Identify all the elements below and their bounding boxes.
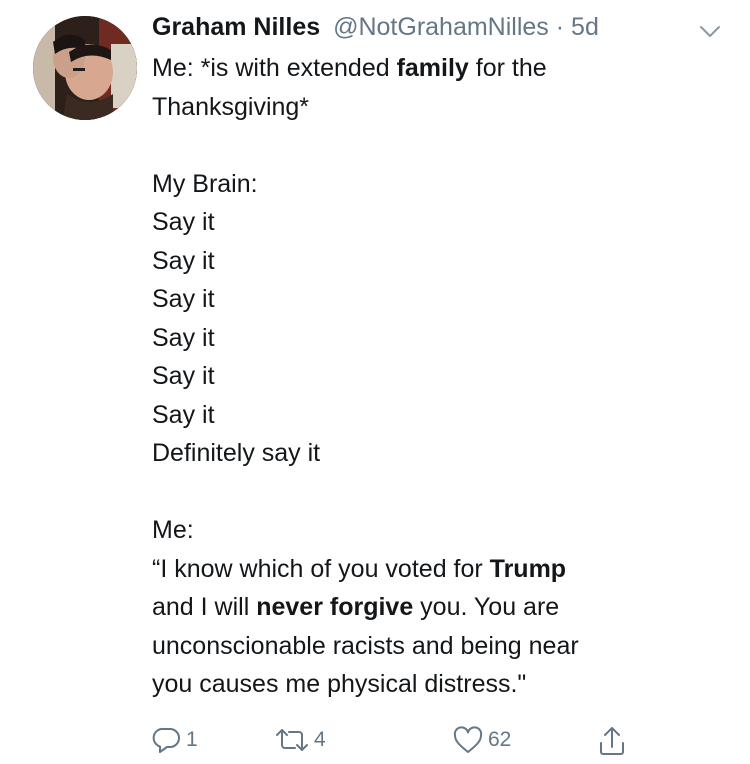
tweet-text-segment: My Brain: [152,169,258,198]
tweet-text-segment: you causes me physical distress." [152,670,527,698]
tweet-text-line: Say it [152,319,732,358]
tweet-text-line: unconscionable racists and being near [152,627,732,666]
tweet-text-line: Say it [152,396,732,435]
header-separator: · [555,13,565,41]
tweet-text-line: Say it [152,280,732,319]
tweet-text-segment: Thanksgiving* [152,92,310,121]
tweet-text-line: Say it [152,357,732,396]
tweet-text-line: Definitely say it [152,434,732,473]
reply-count: 1 [186,728,198,751]
tweet-header: Graham Nilles @NotGrahamNilles · 5d [152,10,599,44]
tweet-text-segment: Me: [152,516,194,544]
tweet-text-line [152,473,732,512]
emphasized-text: never forgive [256,593,414,621]
share-icon [600,727,624,755]
tweet-text-segment: Definitely say it [152,439,321,467]
emphasized-text: Trump [489,554,567,583]
tweet-text-segment: Say it [152,246,215,275]
tweet-text-line: Say it [152,203,732,242]
like-count: 62 [488,728,512,751]
tweet-text-line [152,126,732,165]
tweet-text-line: Say it [152,242,732,281]
tweet-text-line: you causes me physical distress." [152,665,732,704]
tweet-text-segment: Me: *is with extended [152,54,397,82]
retweet-icon [276,729,308,751]
retweet-button[interactable]: 4 [274,725,326,755]
reply-button[interactable]: 1 [152,725,198,755]
tweet-actions: 1 4 62 [152,725,672,761]
tweet-body: Me: *is with extended family for the Than… [152,49,732,704]
tweet-text-line: and I will never forgive you. You are [152,588,732,627]
tweet-text-line: Thanksgiving* [152,88,732,127]
heart-icon [453,726,483,753]
tweet-text-line: Me: [152,511,732,550]
share-button[interactable] [598,725,626,757]
retweet-count: 4 [314,728,326,751]
emphasized-text: family [396,54,469,82]
chevron-down-icon [700,26,720,37]
tweet-text-segment: Say it [152,323,215,352]
author-display-name[interactable]: Graham Nilles [152,13,320,41]
tweet-text-segment: for the [468,54,547,82]
author-handle[interactable]: @NotGrahamNilles [333,13,549,41]
tweet-text-segment: you. You are [413,593,560,621]
tweet-text-segment: Say it [152,208,215,236]
like-button[interactable]: 62 [452,725,511,755]
tweet-text-line: “I know which of you voted for Trump [152,550,732,589]
tweet-text-line: Me: *is with extended family for the [152,49,732,88]
avatar[interactable] [33,16,137,120]
tweet-text-segment: Say it [152,285,215,313]
tweet-text-segment: and I will [152,593,257,621]
reply-icon [152,727,180,753]
avatar-photo [33,16,137,120]
tweet-text-segment: unconscionable racists and being near [152,631,579,660]
tweet-text-line: My Brain: [152,165,732,204]
tweet-timestamp[interactable]: 5d [571,13,599,41]
tweet-text-segment: Say it [152,362,215,390]
tweet-menu-button[interactable] [698,20,722,44]
tweet-text-segment: “I know which of you voted for [152,554,490,583]
tweet-text-segment: Say it [152,400,215,429]
